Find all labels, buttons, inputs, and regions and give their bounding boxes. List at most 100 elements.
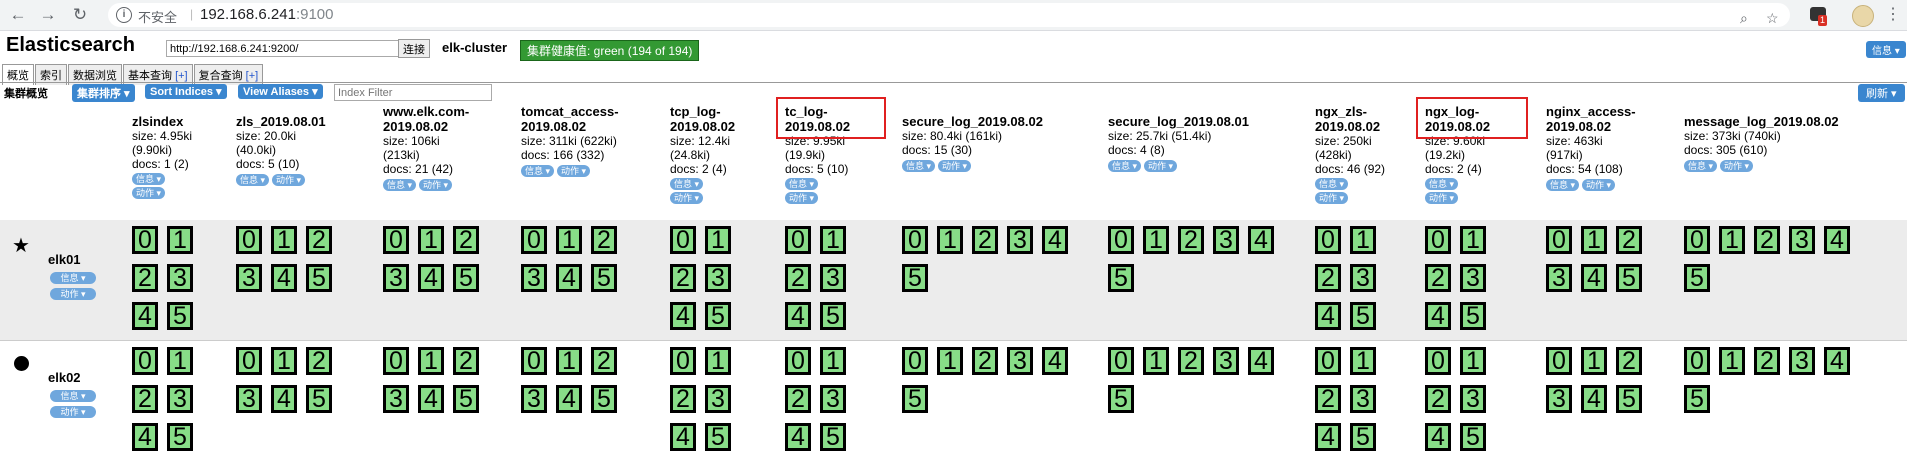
shard-2[interactable]: 2: [1754, 226, 1780, 254]
shard-5[interactable]: 5: [1684, 385, 1710, 413]
index-filter-input[interactable]: [334, 84, 492, 101]
shard-0[interactable]: 0: [1546, 226, 1572, 254]
shard-1[interactable]: 1: [937, 226, 963, 254]
shard-5[interactable]: 5: [1350, 423, 1376, 451]
index-action-button[interactable]: 动作 ▾: [1315, 192, 1349, 204]
shard-4[interactable]: 4: [785, 302, 811, 330]
index-info-button[interactable]: 信息 ▾: [1315, 178, 1349, 190]
shard-5[interactable]: 5: [1350, 302, 1376, 330]
shard-3[interactable]: 3: [705, 385, 731, 413]
shard-1[interactable]: 1: [1581, 347, 1607, 375]
shard-3[interactable]: 3: [1789, 226, 1815, 254]
shard-3[interactable]: 3: [521, 385, 547, 413]
shard-5[interactable]: 5: [167, 302, 193, 330]
shard-3[interactable]: 3: [1460, 264, 1486, 292]
shard-2[interactable]: 2: [670, 385, 696, 413]
shard-5[interactable]: 5: [1684, 264, 1710, 292]
shard-4[interactable]: 4: [271, 264, 297, 292]
index-action-button[interactable]: 动作 ▾: [1582, 179, 1616, 191]
shard-4[interactable]: 4: [1248, 226, 1274, 254]
index-action-button[interactable]: 动作 ▾: [557, 165, 591, 177]
shard-5[interactable]: 5: [705, 302, 731, 330]
shard-3[interactable]: 3: [383, 264, 409, 292]
shard-5[interactable]: 5: [167, 423, 193, 451]
index-info-button[interactable]: 信息 ▾: [1684, 160, 1718, 172]
shard-1[interactable]: 1: [1719, 226, 1745, 254]
shard-5[interactable]: 5: [306, 385, 332, 413]
shard-4[interactable]: 4: [1824, 347, 1850, 375]
shard-1[interactable]: 1: [271, 226, 297, 254]
shard-4[interactable]: 4: [1581, 264, 1607, 292]
reload-icon[interactable]: ↻: [70, 5, 90, 25]
shard-4[interactable]: 4: [1824, 226, 1850, 254]
shard-0[interactable]: 0: [132, 226, 158, 254]
shard-0[interactable]: 0: [383, 226, 409, 254]
shard-0[interactable]: 0: [236, 347, 262, 375]
shard-3[interactable]: 3: [1460, 385, 1486, 413]
shard-2[interactable]: 2: [1616, 347, 1642, 375]
shard-2[interactable]: 2: [972, 347, 998, 375]
shard-0[interactable]: 0: [785, 347, 811, 375]
shard-0[interactable]: 0: [1684, 347, 1710, 375]
shard-4[interactable]: 4: [1315, 302, 1341, 330]
shard-4[interactable]: 4: [670, 423, 696, 451]
shard-3[interactable]: 3: [820, 264, 846, 292]
info-icon[interactable]: i: [116, 7, 132, 23]
shard-4[interactable]: 4: [418, 385, 444, 413]
connect-button[interactable]: 连接: [398, 39, 430, 58]
forward-icon[interactable]: →: [38, 5, 58, 25]
shard-0[interactable]: 0: [670, 347, 696, 375]
shard-1[interactable]: 1: [1460, 226, 1486, 254]
shard-1[interactable]: 1: [1719, 347, 1745, 375]
index-action-button[interactable]: 动作 ▾: [785, 192, 819, 204]
shard-3[interactable]: 3: [1007, 347, 1033, 375]
shard-4[interactable]: 4: [1425, 302, 1451, 330]
index-info-button[interactable]: 信息 ▾: [236, 174, 270, 186]
shard-2[interactable]: 2: [1425, 385, 1451, 413]
shard-3[interactable]: 3: [1213, 347, 1239, 375]
shard-3[interactable]: 3: [705, 264, 731, 292]
refresh-button[interactable]: 刷新 ▾: [1858, 84, 1905, 102]
shard-4[interactable]: 4: [670, 302, 696, 330]
shard-2[interactable]: 2: [132, 385, 158, 413]
shard-0[interactable]: 0: [1108, 347, 1134, 375]
shard-4[interactable]: 4: [271, 385, 297, 413]
shard-2[interactable]: 2: [785, 385, 811, 413]
shard-2[interactable]: 2: [1178, 226, 1204, 254]
shard-2[interactable]: 2: [132, 264, 158, 292]
index-action-button[interactable]: 动作 ▾: [670, 192, 704, 204]
index-info-button[interactable]: 信息 ▾: [132, 173, 166, 185]
index-info-button[interactable]: 信息 ▾: [902, 160, 936, 172]
shard-4[interactable]: 4: [1425, 423, 1451, 451]
shard-4[interactable]: 4: [1315, 423, 1341, 451]
shard-5[interactable]: 5: [591, 264, 617, 292]
shard-3[interactable]: 3: [1546, 264, 1572, 292]
shard-1[interactable]: 1: [705, 347, 731, 375]
shard-0[interactable]: 0: [1108, 226, 1134, 254]
shard-4[interactable]: 4: [556, 385, 582, 413]
shard-3[interactable]: 3: [1350, 385, 1376, 413]
menu-dots-icon[interactable]: ⋮: [1885, 4, 1901, 24]
shard-3[interactable]: 3: [1350, 264, 1376, 292]
shard-2[interactable]: 2: [972, 226, 998, 254]
bookmark-star-icon[interactable]: ☆: [1766, 10, 1779, 27]
shard-5[interactable]: 5: [820, 302, 846, 330]
index-info-button[interactable]: 信息 ▾: [1108, 160, 1142, 172]
shard-3[interactable]: 3: [1213, 226, 1239, 254]
index-action-button[interactable]: 动作 ▾: [419, 179, 453, 191]
index-info-button[interactable]: 信息 ▾: [785, 178, 819, 190]
node-info-button[interactable]: 信息 ▾: [50, 272, 96, 284]
shard-0[interactable]: 0: [236, 226, 262, 254]
view-aliases-button[interactable]: View Aliases ▾: [238, 84, 323, 99]
shard-1[interactable]: 1: [705, 226, 731, 254]
shard-0[interactable]: 0: [1315, 347, 1341, 375]
shard-0[interactable]: 0: [902, 347, 928, 375]
shard-2[interactable]: 2: [453, 226, 479, 254]
shard-1[interactable]: 1: [418, 347, 444, 375]
shard-1[interactable]: 1: [1350, 347, 1376, 375]
shard-4[interactable]: 4: [132, 423, 158, 451]
node-action-button[interactable]: 动作 ▾: [50, 288, 96, 300]
shard-2[interactable]: 2: [1425, 264, 1451, 292]
shard-4[interactable]: 4: [1042, 226, 1068, 254]
index-action-button[interactable]: 动作 ▾: [1144, 160, 1178, 172]
